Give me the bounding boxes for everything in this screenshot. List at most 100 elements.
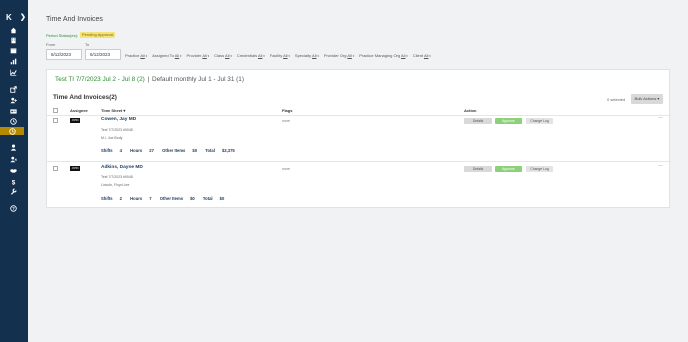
- row-checkbox[interactable]: [53, 118, 58, 123]
- filter-provider-org[interactable]: Provider Org All ▾: [324, 53, 354, 59]
- active-clock-icon[interactable]: [0, 127, 24, 135]
- svg-text:$: $: [11, 179, 15, 185]
- filter-practice-managing-org[interactable]: Practice Managing Org All ▾: [359, 53, 408, 59]
- filter-facility[interactable]: Facility All ▾: [270, 53, 290, 59]
- filter-label: Client: [412, 53, 424, 58]
- change-log-button[interactable]: Change Log: [526, 118, 553, 124]
- filter-provider[interactable]: Provider All ▾: [187, 53, 210, 59]
- caret-down-icon[interactable]: ▾: [179, 54, 182, 58]
- caret-down-icon[interactable]: ▾: [262, 54, 265, 58]
- main-content: Time And Invoices Period Status(es): Pen…: [28, 0, 688, 342]
- total-label: Total: [202, 196, 213, 201]
- help-icon[interactable]: ?: [8, 205, 18, 212]
- filter-label: Specialty: [294, 53, 312, 58]
- selected-count: 0 selected: [607, 97, 626, 102]
- svg-text:?: ?: [12, 206, 15, 211]
- bulk-actions-button[interactable]: Bulk Actions ▾: [631, 94, 663, 104]
- filter-specialty[interactable]: Specialty All ▾: [295, 53, 319, 59]
- caret-down-icon[interactable]: ▾: [288, 54, 290, 58]
- user-plus-icon[interactable]: [8, 156, 18, 163]
- chart-line-icon[interactable]: [8, 69, 18, 76]
- caret-down-icon[interactable]: ▾: [428, 54, 431, 58]
- filter-label: Practice: [125, 53, 140, 58]
- shifts-value: 2: [119, 196, 122, 201]
- caret-down-icon[interactable]: ▾: [145, 54, 148, 58]
- chart-bar-icon[interactable]: [8, 58, 18, 65]
- expand-sidebar-icon[interactable]: ❯: [20, 14, 26, 22]
- more-options-icon[interactable]: ···: [658, 163, 663, 169]
- hours-value: 7: [149, 196, 152, 201]
- filter-label: Credentials: [236, 53, 258, 58]
- assignee-badge[interactable]: JOHN: [70, 166, 80, 171]
- row-checkbox[interactable]: [53, 166, 58, 171]
- select-all-checkbox[interactable]: [53, 108, 58, 113]
- period-status-label: Period Status(es):: [46, 33, 79, 38]
- shifts-label: Shifts: [101, 148, 113, 153]
- filter-label: Provider: [186, 53, 202, 58]
- row-flags: none: [282, 167, 290, 171]
- row-flags: none: [282, 119, 290, 123]
- filter-assigned-to[interactable]: Assigned To All ▾: [152, 53, 181, 59]
- approve-button[interactable]: Approve: [495, 166, 522, 172]
- filter-practice[interactable]: Practice All ▾: [125, 53, 147, 59]
- timesheet-location: M.I. Joe Body: [101, 136, 123, 140]
- add-user-icon[interactable]: [8, 97, 18, 104]
- col-header-flags: Flags: [282, 108, 293, 113]
- filter-client[interactable]: Client All ▾: [413, 53, 431, 59]
- export-icon[interactable]: [8, 86, 18, 93]
- col-header-timesheet[interactable]: Time Sheet ▾: [101, 108, 125, 113]
- timesheet-location: Lincoln, Floyd Lee: [101, 183, 130, 187]
- provider-name[interactable]: Cowen, Jay MD: [101, 117, 136, 122]
- filter-label: Provider Org: [323, 53, 347, 58]
- hours-label: Hours: [130, 196, 143, 201]
- clock-icon[interactable]: [8, 118, 18, 125]
- row-divider: [47, 161, 671, 162]
- approve-button[interactable]: Approve: [495, 118, 522, 124]
- provider-name[interactable]: Adkins, Dayne MD: [101, 165, 143, 170]
- assignee-badge[interactable]: JOHN: [70, 118, 80, 123]
- caret-down-icon[interactable]: ▾: [405, 54, 408, 58]
- other-items-value: $0: [192, 148, 198, 153]
- other-items-value: $0: [190, 196, 195, 201]
- change-log-button[interactable]: Change Log: [526, 166, 553, 172]
- other-items-label: Other Items: [159, 196, 184, 201]
- period-status-pill[interactable]: Pending Approval: [80, 32, 116, 38]
- dollar-icon[interactable]: $: [8, 178, 18, 185]
- caret-down-icon[interactable]: ▾: [207, 54, 210, 58]
- caret-down-icon[interactable]: ▾: [230, 54, 232, 58]
- building-icon[interactable]: [8, 37, 18, 44]
- hours-label: Hours: [130, 148, 143, 153]
- calendar-icon[interactable]: [8, 47, 18, 54]
- total-value: $0: [219, 196, 225, 201]
- results-card: Test TI 7/7/2023 Jul 2 - Jul 8 (2) | Def…: [46, 69, 671, 208]
- filter-label: Facility: [269, 53, 283, 58]
- handshake-icon[interactable]: [8, 167, 18, 174]
- caret-down-icon[interactable]: ▾: [316, 54, 319, 58]
- app-logo[interactable]: K ❯: [6, 13, 26, 22]
- row-stats: Shifts 4 Hours 27 Other Items $0 Total $3,37…: [101, 148, 242, 153]
- home-icon[interactable]: [8, 27, 18, 34]
- section-title: Time And Invoices(2): [53, 94, 117, 101]
- run-link[interactable]: Test TI 7/7/2023 Jul 2 - Jul 8 (2): [55, 76, 145, 83]
- run-link-default[interactable]: Default monthly Jul 1 - Jul 31 (1): [152, 76, 244, 83]
- run-separator: |: [147, 76, 150, 83]
- logo-letter: K: [6, 13, 12, 22]
- to-date-input[interactable]: 6/12/2023: [85, 49, 121, 60]
- caret-down-icon[interactable]: ▾: [352, 54, 355, 58]
- id-card-icon[interactable]: [8, 108, 18, 115]
- hours-value: 27: [149, 148, 154, 153]
- more-options-icon[interactable]: ···: [658, 115, 663, 121]
- total-label: Total: [205, 148, 215, 153]
- details-button[interactable]: Details: [464, 118, 492, 124]
- filter-credentials[interactable]: Credentials All ▾: [237, 53, 265, 59]
- wrench-icon[interactable]: [8, 188, 18, 195]
- shifts-label: Shifts: [101, 196, 113, 201]
- header-divider: [47, 115, 671, 116]
- filter-label: Practice Managing Org: [359, 53, 401, 58]
- from-date-input[interactable]: 6/12/2023: [46, 49, 82, 60]
- person-icon[interactable]: [8, 144, 18, 151]
- details-button[interactable]: Details: [464, 166, 492, 172]
- sidebar: K ❯ $ ?: [0, 0, 28, 342]
- filter-class[interactable]: Class All ▾: [214, 53, 232, 59]
- col-header-action: Action: [464, 108, 477, 113]
